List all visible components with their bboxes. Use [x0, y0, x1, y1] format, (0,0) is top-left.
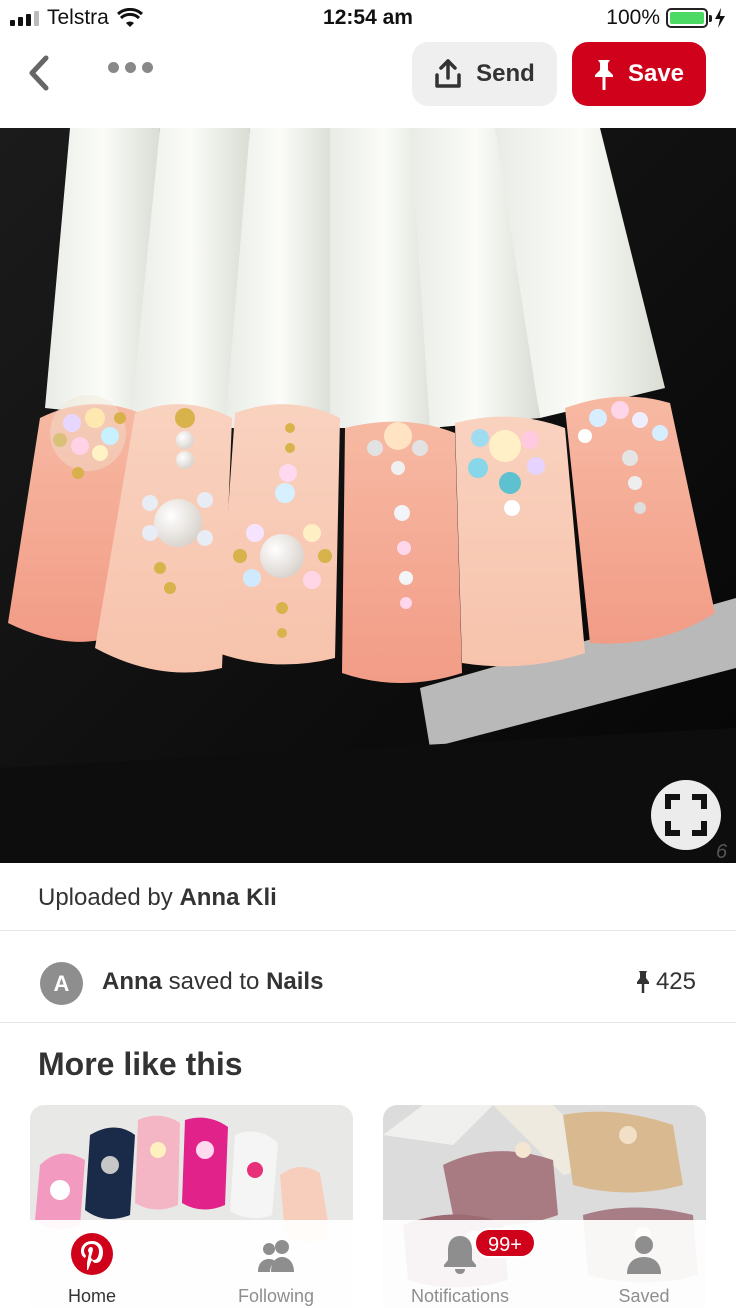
saved-by-row[interactable]: A Anna saved to Nails 425: [0, 946, 736, 1022]
nav-saved-label: Saved: [618, 1286, 670, 1306]
more-like-this-heading: More like this: [38, 1046, 243, 1082]
svg-text:6: 6: [716, 841, 728, 863]
nav-notifications-label: Notifications: [410, 1286, 510, 1306]
pinterest-logo-icon: [71, 1233, 113, 1275]
more-options-button[interactable]: [108, 62, 153, 73]
send-button[interactable]: Send: [412, 42, 557, 106]
battery-icon: [666, 8, 712, 28]
battery-percent: 100%: [606, 6, 660, 29]
saver-name[interactable]: Anna: [102, 968, 162, 995]
avatar[interactable]: A: [40, 962, 83, 1005]
uploaded-by: Uploaded by Anna Kli: [38, 884, 277, 912]
dot-icon: [108, 62, 119, 73]
pin-image[interactable]: 6: [0, 128, 736, 863]
notifications-badge: 99+: [474, 1228, 536, 1258]
save-count: 425: [636, 968, 696, 996]
save-label: Save: [627, 60, 685, 87]
divider: [0, 1022, 736, 1023]
nav-home-label: Home: [67, 1286, 116, 1306]
send-label: Send: [476, 60, 535, 87]
person-icon: [627, 1236, 661, 1274]
nav-following-label: Following: [237, 1286, 315, 1306]
uploaded-prefix: Uploaded by: [38, 884, 173, 911]
pin-icon: [594, 60, 613, 90]
nav-following[interactable]: Following: [184, 1220, 368, 1308]
save-count-value: 425: [655, 968, 696, 995]
back-button[interactable]: [24, 52, 64, 96]
nail-art-photo: 6: [0, 128, 736, 863]
dot-icon: [125, 62, 136, 73]
board-name[interactable]: Nails: [266, 968, 323, 995]
chevron-left-icon: [29, 55, 49, 91]
battery-info: 100%: [606, 6, 726, 30]
expand-image-button[interactable]: [651, 780, 721, 850]
uploader-link[interactable]: Anna Kli: [179, 884, 276, 911]
people-icon: [258, 1240, 294, 1272]
saved-to-text: Anna saved to Nails: [102, 968, 323, 996]
share-icon: [435, 59, 461, 88]
pin-toolbar: Send Save: [0, 38, 736, 128]
bottom-nav: Home Following Notifications 99+ Saved: [0, 1220, 736, 1308]
dot-icon: [142, 62, 153, 73]
saved-to-label: saved to: [168, 968, 260, 995]
pin-icon: [636, 971, 649, 993]
status-bar: Telstra 12:54 am 100%: [0, 0, 736, 38]
nav-saved[interactable]: Saved: [552, 1220, 736, 1308]
divider: [0, 930, 736, 931]
charging-icon: [715, 8, 725, 28]
fullscreen-icon: [665, 794, 707, 836]
save-button[interactable]: Save: [572, 42, 706, 106]
nav-home[interactable]: Home: [0, 1220, 184, 1308]
